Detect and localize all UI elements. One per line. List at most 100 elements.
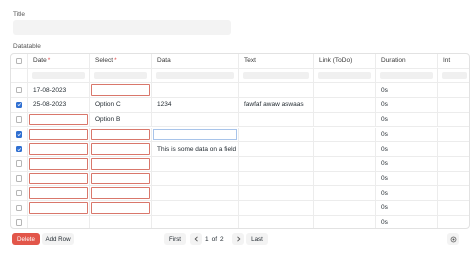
cell-data[interactable] [152, 112, 239, 127]
row-checkbox[interactable] [15, 131, 23, 138]
table-row[interactable]: This is some data on a field 0s [11, 142, 469, 157]
cell-select[interactable] [90, 83, 152, 98]
cell-int[interactable] [438, 83, 469, 97]
cell-int[interactable] [438, 98, 469, 112]
cell-text[interactable] [239, 186, 314, 200]
table-row[interactable]: 25-08-2023 Option C 1234 fawfaf awaw aswaas… [11, 98, 469, 113]
row-checkbox[interactable] [15, 116, 23, 123]
table-row[interactable]: 0s [11, 186, 469, 201]
cell-select[interactable]: Option B [90, 112, 152, 127]
cell-text[interactable] [239, 201, 314, 215]
cell-date[interactable] [28, 142, 90, 156]
row-checkbox[interactable] [15, 101, 23, 109]
row-checkbox[interactable] [15, 219, 23, 226]
column-header-text[interactable]: Text [239, 54, 314, 68]
row-checkbox[interactable] [15, 189, 23, 197]
cell-date[interactable] [28, 156, 90, 171]
next-page-button[interactable] [232, 233, 244, 245]
cell-data[interactable] [152, 215, 239, 228]
column-header-date[interactable]: Date * [28, 54, 90, 68]
filter-input-data[interactable] [156, 71, 234, 80]
cell-data[interactable] [152, 171, 239, 186]
cell-link[interactable] [314, 186, 376, 200]
cell-link[interactable] [314, 98, 376, 112]
cell-data[interactable] [152, 201, 239, 215]
delete-button[interactable]: Delete [12, 233, 40, 245]
filter-input-int[interactable] [442, 71, 467, 80]
row-checkbox[interactable] [15, 145, 23, 153]
cell-text[interactable] [239, 112, 314, 127]
select-all-checkbox[interactable] [15, 57, 23, 65]
cell-link[interactable] [314, 156, 376, 171]
cell-data[interactable] [152, 83, 239, 98]
cell-data[interactable] [152, 156, 239, 171]
cell-link[interactable] [314, 83, 376, 98]
first-page-button[interactable]: First [164, 233, 186, 245]
table-row[interactable]: 0s [11, 156, 469, 172]
row-checkbox[interactable] [15, 86, 23, 94]
filter-input-date[interactable] [32, 71, 85, 80]
cell-link[interactable] [314, 215, 376, 228]
filter-input-select[interactable] [94, 71, 147, 80]
prev-page-button[interactable] [190, 233, 202, 245]
table-row[interactable]: 0s [11, 127, 469, 143]
cell-duration[interactable]: 0s [376, 156, 438, 171]
cell-duration[interactable]: 0s [376, 127, 438, 142]
column-header-int[interactable]: Int [438, 54, 469, 68]
cell-text[interactable] [239, 127, 314, 142]
cell-date[interactable] [28, 171, 90, 186]
filter-input-text[interactable] [243, 71, 309, 80]
column-header-link[interactable]: Link (ToDo) [314, 54, 376, 68]
cell-duration[interactable]: 0s [376, 186, 438, 200]
cell-duration[interactable]: 0s [376, 98, 438, 112]
settings-button[interactable] [447, 233, 459, 245]
cell-date[interactable] [28, 215, 90, 228]
filter-input-duration[interactable] [380, 71, 433, 80]
cell-int[interactable] [438, 157, 469, 171]
cell-int[interactable] [438, 142, 469, 156]
table-row[interactable]: Option B 0s [11, 112, 469, 128]
column-header-duration[interactable]: Duration [376, 54, 438, 68]
cell-duration[interactable]: 0s [376, 215, 438, 228]
table-row[interactable]: 0s [11, 171, 469, 187]
cell-select[interactable] [90, 215, 152, 228]
cell-int[interactable] [438, 216, 469, 228]
cell-int[interactable] [438, 186, 469, 200]
cell-data[interactable]: This is some data on a field [152, 142, 239, 156]
cell-link[interactable] [314, 201, 376, 215]
cell-date[interactable]: 17-08-2023 [28, 83, 90, 98]
row-checkbox[interactable] [15, 204, 23, 212]
last-page-button[interactable]: Last [246, 233, 268, 245]
cell-data[interactable] [152, 186, 239, 200]
cell-text[interactable] [239, 142, 314, 156]
add-row-button[interactable]: Add Row [42, 233, 74, 245]
column-header-data[interactable]: Data [152, 54, 239, 68]
cell-select[interactable] [90, 171, 152, 186]
cell-date[interactable]: 25-08-2023 [28, 98, 90, 112]
table-row[interactable]: 0s [11, 215, 469, 228]
cell-select[interactable] [90, 142, 152, 156]
cell-date[interactable] [28, 186, 90, 200]
cell-data[interactable] [152, 127, 239, 142]
cell-duration[interactable]: 0s [376, 83, 438, 98]
cell-select[interactable] [90, 201, 152, 215]
cell-text[interactable] [239, 83, 314, 98]
cell-date[interactable] [28, 201, 90, 215]
cell-select[interactable] [90, 156, 152, 171]
cell-duration[interactable]: 0s [376, 142, 438, 156]
cell-int[interactable] [438, 113, 469, 127]
cell-duration[interactable]: 0s [376, 201, 438, 215]
cell-link[interactable] [314, 171, 376, 186]
cell-text[interactable]: fawfaf awaw aswaas [239, 98, 314, 112]
cell-link[interactable] [314, 112, 376, 127]
title-input[interactable] [13, 20, 231, 35]
cell-select[interactable] [90, 127, 152, 142]
row-checkbox[interactable] [15, 160, 23, 167]
cell-select[interactable]: Option C [90, 98, 152, 112]
table-row[interactable]: 17-08-2023 0s [11, 83, 469, 99]
cell-text[interactable] [239, 171, 314, 186]
cell-duration[interactable]: 0s [376, 112, 438, 127]
cell-data[interactable]: 1234 [152, 98, 239, 112]
cell-int[interactable] [438, 201, 469, 215]
filter-input-link[interactable] [318, 71, 371, 80]
